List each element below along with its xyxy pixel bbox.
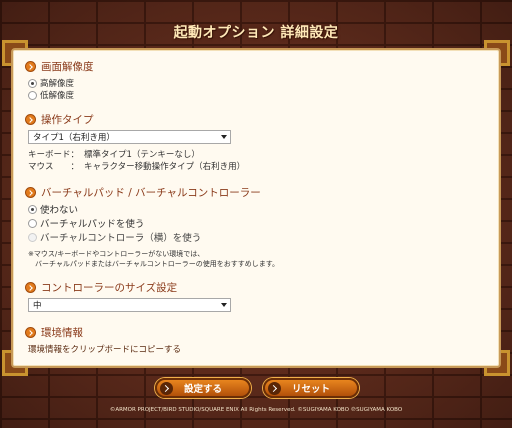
- operation-type-select[interactable]: タイプ1（右利き用）: [28, 130, 231, 144]
- radio-virtual-controller: バーチャルコントローラ（横）を使う: [28, 230, 487, 244]
- section-chevron-icon: [25, 113, 36, 125]
- controller-size-section: コントローラーのサイズ設定 中: [25, 279, 487, 312]
- settings-panel: 画面解像度 高解像度 低解像度 操作タイプ タイプ1（右利き用） キーボード： …: [11, 48, 501, 368]
- section-chevron-icon: [25, 326, 36, 338]
- resolution-section: 画面解像度 高解像度 低解像度: [25, 58, 487, 101]
- reset-button[interactable]: リセット: [263, 378, 359, 398]
- mouse-info: マウス ： キャラクター移動操作タイプ（右利き用）: [28, 162, 246, 172]
- window-title: 起動オプション 詳細設定: [173, 25, 339, 41]
- controller-size-heading: コントローラーのサイズ設定: [41, 281, 178, 294]
- environment-heading: 環境情報: [41, 326, 83, 339]
- radio-button[interactable]: [28, 78, 37, 88]
- virtual-pad-section: バーチャルパッド / バーチャルコントローラー 使わない バーチャルパッドを使う…: [25, 184, 487, 269]
- keyboard-info: キーボード： 標準タイプ1（テンキーなし）: [28, 150, 200, 160]
- chevron-down-icon: [221, 303, 227, 307]
- radio-button: [28, 232, 37, 242]
- radio-high-resolution[interactable]: 高解像度: [28, 77, 487, 89]
- chevron-right-icon: [268, 382, 281, 395]
- controller-size-select[interactable]: 中: [28, 298, 231, 312]
- radio-low-resolution[interactable]: 低解像度: [28, 89, 487, 101]
- environment-section: 環境情報 環境情報をクリップボードにコピーする: [25, 324, 487, 355]
- section-chevron-icon: [25, 281, 36, 293]
- resolution-heading: 画面解像度: [41, 60, 94, 73]
- copyright-text: ©ARMOR PROJECT/BIRD STUDIO/SQUARE ENIX A…: [109, 407, 403, 413]
- radio-button[interactable]: [28, 218, 37, 228]
- set-button[interactable]: 設定する: [155, 378, 251, 398]
- radio-button[interactable]: [28, 204, 37, 214]
- operation-heading: 操作タイプ: [41, 113, 94, 126]
- section-chevron-icon: [25, 186, 36, 198]
- operation-section: 操作タイプ タイプ1（右利き用） キーボード： 標準タイプ1（テンキーなし） マ…: [25, 111, 487, 172]
- radio-virtual-none[interactable]: 使わない: [28, 202, 487, 216]
- section-chevron-icon: [25, 60, 36, 72]
- chevron-down-icon: [221, 135, 227, 139]
- virtual-pad-heading: バーチャルパッド / バーチャルコントローラー: [41, 186, 261, 199]
- radio-virtual-pad[interactable]: バーチャルパッドを使う: [28, 216, 487, 230]
- radio-button[interactable]: [28, 90, 37, 100]
- copy-environment-link[interactable]: 環境情報をクリップボードにコピーする: [28, 343, 487, 355]
- virtual-pad-note: ※マウス/キーボードやコントローラーがない環境では、 バーチャルパッドまたはバー…: [28, 250, 280, 268]
- chevron-right-icon: [160, 382, 173, 395]
